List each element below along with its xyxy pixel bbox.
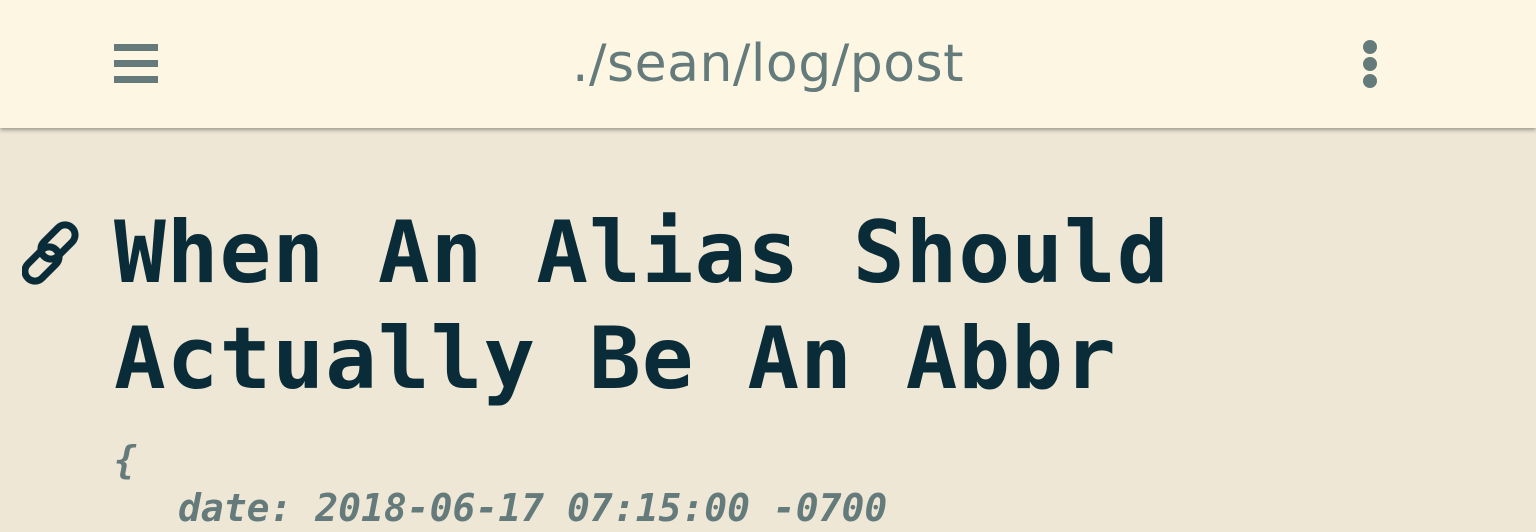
app-header: ./sean/log/post <box>0 0 1536 128</box>
more-vertical-icon[interactable] <box>1358 40 1382 88</box>
link-icon[interactable] <box>22 220 88 286</box>
main-content: When An Alias Should Actually Be An Abbr… <box>0 128 1536 530</box>
meta-date-key: date: <box>178 486 293 530</box>
meta-open-brace: { <box>114 438 137 482</box>
site-title[interactable]: ./sean/log/post <box>0 30 1536 98</box>
meta-date-line: date: 2018-06-17 07:15:00 -0700 <box>114 484 887 532</box>
post-title: When An Alias Should Actually Be An Abbr <box>114 203 1170 409</box>
meta-date-value: 2018-06-17 07:15:00 -0700 <box>315 486 888 530</box>
post-metadata: { date: 2018-06-17 07:15:00 -0700 <box>114 436 887 532</box>
